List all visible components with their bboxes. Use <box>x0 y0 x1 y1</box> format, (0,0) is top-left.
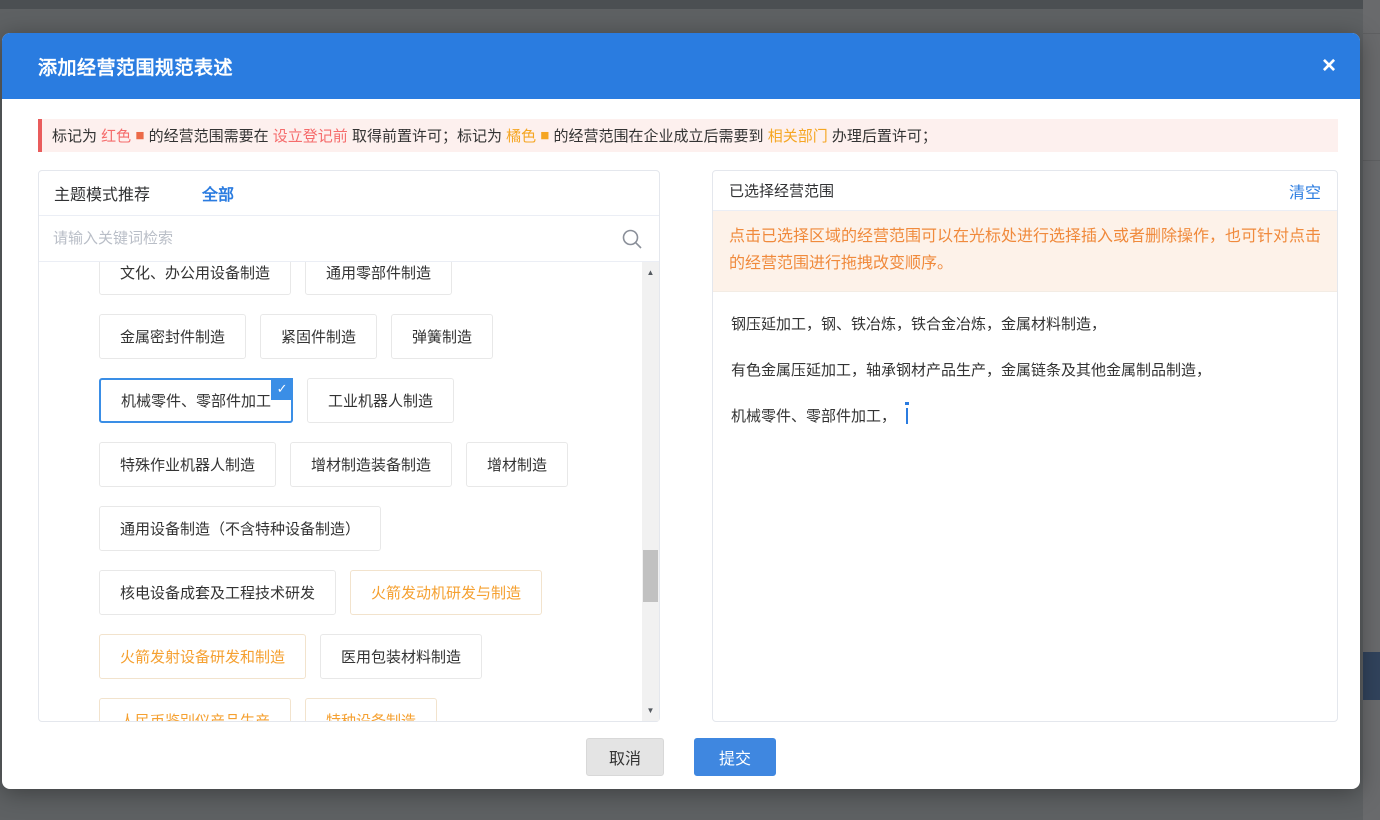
tag-button-orange[interactable]: 火箭发动机研发与制造 <box>350 570 542 615</box>
search-input[interactable] <box>39 216 659 261</box>
tab-all[interactable]: 全部 <box>202 181 234 205</box>
selected-scope-line[interactable]: 钢压延加工，钢、铁冶炼，铁合金冶炼，金属材料制造， <box>731 314 1319 336</box>
selected-scope-text[interactable]: 机械零件、零部件加工， <box>731 408 896 425</box>
tag-button[interactable]: 核电设备成套及工程技术研发 <box>99 570 336 615</box>
search-icon[interactable] <box>621 228 643 250</box>
tag-button-orange[interactable]: 特种设备制造 <box>305 698 437 721</box>
tag-button[interactable]: 特殊作业机器人制造 <box>99 442 276 487</box>
tag-row: 通用设备制造（不含特种设备制造） <box>99 506 659 551</box>
tag-button[interactable]: 弹簧制造 <box>391 314 493 359</box>
tag-button[interactable]: 金属密封件制造 <box>99 314 246 359</box>
search-row <box>39 216 659 262</box>
tag-row: 火箭发射设备研发和制造 医用包装材料制造 <box>99 634 659 679</box>
tag-button[interactable]: 紧固件制造 <box>260 314 377 359</box>
scroll-down-icon[interactable]: ▼ <box>642 702 659 719</box>
notice-orange-word: 橘色 <box>506 125 536 146</box>
dialog-title: 添加经营范围规范表述 <box>38 53 233 80</box>
tag-button[interactable]: 工业机器人制造 <box>307 378 454 423</box>
notice-dept-word: 相关部门 <box>768 125 828 146</box>
scrollbar-divider <box>1363 33 1380 34</box>
cancel-button[interactable]: 取消 <box>586 738 664 776</box>
tag-button[interactable]: 通用零部件制造 <box>305 262 452 295</box>
selected-panel-header: 已选择经营范围 清空 <box>713 171 1337 211</box>
notice-text: 取得前置许可；标记为 <box>348 125 506 146</box>
notice-red-word: 红色 <box>101 125 131 146</box>
tag-button[interactable]: 文化、办公用设备制造 <box>99 262 291 295</box>
dimmed-page-top <box>0 0 1380 9</box>
selected-panel-hint: 点击已选择区域的经营范围可以在光标处进行选择插入或者删除操作，也可针对点击的经营… <box>713 211 1337 292</box>
selected-scope-panel: 已选择经营范围 清空 点击已选择区域的经营范围可以在光标处进行选择插入或者删除操… <box>712 170 1338 722</box>
tag-row: 人民币鉴别仪产品生产 特种设备制造 <box>99 698 659 721</box>
scrollbar-divider <box>1363 160 1380 161</box>
notice-prepermit: 设立登记前 <box>273 125 348 146</box>
notice-text: 办理后置许可； <box>828 125 937 146</box>
selected-scope-line[interactable]: 机械零件、零部件加工， <box>731 406 1319 428</box>
submit-button[interactable]: 提交 <box>694 738 776 776</box>
tab-theme-recommend[interactable]: 主题模式推荐 <box>54 181 150 205</box>
tag-rows: 文化、办公用设备制造 通用零部件制造 金属密封件制造 紧固件制造 弹簧制造 机械… <box>99 262 659 721</box>
tag-list: 文化、办公用设备制造 通用零部件制造 金属密封件制造 紧固件制造 弹簧制造 机械… <box>39 262 659 721</box>
tag-row: 特殊作业机器人制造 增材制造装备制造 增材制造 <box>99 442 659 487</box>
tag-row: 金属密封件制造 紧固件制造 弹簧制造 <box>99 314 659 359</box>
catalog-tabs: 主题模式推荐 全部 <box>39 171 659 216</box>
tag-button-orange[interactable]: 火箭发射设备研发和制造 <box>99 634 306 679</box>
scroll-up-icon[interactable]: ▲ <box>642 264 659 281</box>
selected-panel-title: 已选择经营范围 <box>729 180 834 201</box>
tag-button-selected[interactable]: 机械零件、零部件加工 ✓ <box>99 378 293 423</box>
list-scrollbar-thumb[interactable] <box>643 550 658 602</box>
tag-row: 核电设备成套及工程技术研发 火箭发动机研发与制造 <box>99 570 659 615</box>
tag-button[interactable]: 通用设备制造（不含特种设备制造） <box>99 506 381 551</box>
browser-scrollbar-thumb[interactable] <box>1363 652 1380 700</box>
dialog-footer: 取消 提交 <box>2 738 1360 776</box>
catalog-panel: 主题模式推荐 全部 文化、办公用设备制造 通用零部件制造 金属密封件制造 紧固件… <box>38 170 660 722</box>
tag-button[interactable]: 增材制造装备制造 <box>290 442 452 487</box>
tag-row: 文化、办公用设备制造 通用零部件制造 <box>99 262 659 295</box>
tag-label: 机械零件、零部件加工 <box>121 390 271 411</box>
legend-notice: 标记为 红色 ■ 的经营范围需要在 设立登记前 取得前置许可；标记为 橘色 ■ … <box>38 119 1338 152</box>
close-icon[interactable]: × <box>1322 54 1336 78</box>
notice-text: 的经营范围在企业成立后需要到 <box>554 125 768 146</box>
browser-scrollbar[interactable] <box>1363 0 1380 820</box>
tag-button[interactable]: 增材制造 <box>466 442 568 487</box>
clear-all-link[interactable]: 清空 <box>1289 179 1321 203</box>
selected-scope-editor[interactable]: 钢压延加工，钢、铁冶炼，铁合金冶炼，金属材料制造， 有色金属压延加工，轴承钢材产… <box>713 292 1337 474</box>
list-scrollbar[interactable]: ▲ ▼ <box>642 262 659 721</box>
notice-text: 标记为 <box>52 125 101 146</box>
notice-text: 的经营范围需要在 <box>149 125 273 146</box>
tag-button[interactable]: 医用包装材料制造 <box>320 634 482 679</box>
red-square-icon: ■ <box>131 127 148 144</box>
orange-square-icon: ■ <box>536 127 553 144</box>
selected-scope-line[interactable]: 有色金属压延加工，轴承钢材产品生产，金属链条及其他金属制品制造， <box>731 360 1319 382</box>
dialog-header: 添加经营范围规范表述 × <box>2 33 1360 99</box>
add-business-scope-dialog: 添加经营范围规范表述 × 标记为 红色 ■ 的经营范围需要在 设立登记前 取得前… <box>2 33 1360 789</box>
tag-row: 机械零件、零部件加工 ✓ 工业机器人制造 <box>99 378 659 423</box>
checkmark-icon: ✓ <box>271 378 293 400</box>
tag-button-orange[interactable]: 人民币鉴别仪产品生产 <box>99 698 291 721</box>
text-cursor <box>906 408 908 424</box>
